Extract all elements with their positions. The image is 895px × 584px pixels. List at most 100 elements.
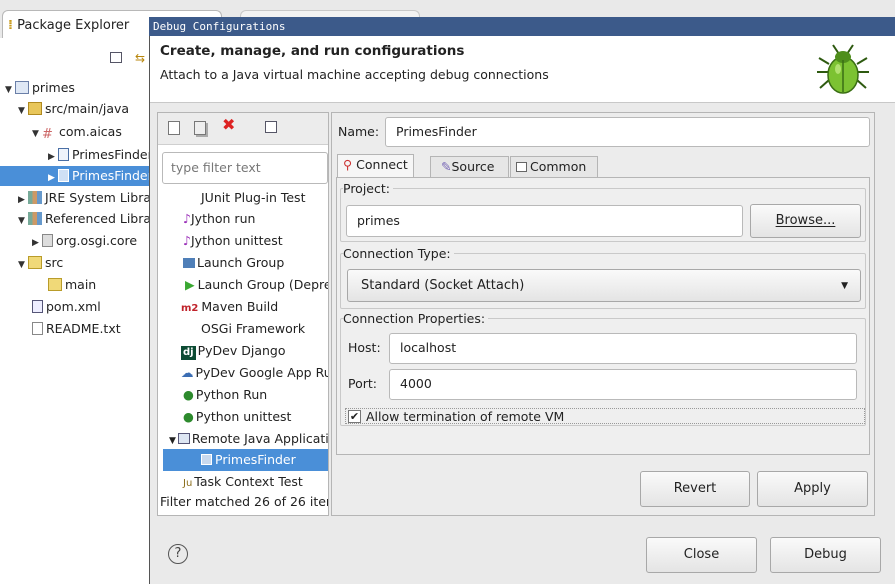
list-item[interactable]: ♪Jython run [163, 208, 328, 230]
port-field[interactable]: 4000 [389, 369, 857, 400]
name-label: Name: [338, 124, 380, 139]
tree-item-pom[interactable]: pom.xml [32, 297, 101, 317]
connection-type-group-label: Connection Type: [343, 246, 454, 261]
revert-button[interactable]: Revert [640, 471, 750, 507]
text-file-icon [32, 322, 43, 335]
expanded-icon[interactable]: ▼ [5, 80, 15, 100]
tree-item-readme[interactable]: README.txt [32, 319, 121, 339]
list-item[interactable]: Launch Group [163, 252, 328, 274]
tree-item-source-folder[interactable]: ▼ src/main/java [18, 99, 129, 119]
checkbox-checked-icon: ✔ [348, 410, 361, 423]
duplicate-config-icon[interactable] [194, 121, 206, 135]
link-editor-icon[interactable]: ⇆ [135, 51, 147, 65]
library-icon [28, 212, 42, 225]
jython-unittest-icon: ♪ [183, 233, 191, 248]
task-context-icon: Ju [183, 478, 193, 489]
library-icon [28, 191, 42, 204]
tree-item-package[interactable]: ▼ # com.aicas [32, 122, 122, 142]
tree-item-main[interactable]: main [48, 275, 96, 295]
maven-file-icon [32, 300, 43, 313]
filter-status: Filter matched 26 of 26 items [160, 494, 328, 509]
expanded-icon[interactable]: ▼ [18, 211, 28, 231]
google-app-icon: ☁ [181, 365, 194, 380]
list-item[interactable]: ● Python unittest [163, 406, 328, 428]
list-item[interactable]: Ju Task Context Test [163, 471, 328, 493]
play-icon: ▶ [185, 277, 195, 292]
header-subtitle: Attach to a Java virtual machine accepti… [160, 67, 549, 82]
tab-connect[interactable]: ⚲ Connect [337, 154, 414, 178]
dialog-title-bar[interactable]: Debug Configurations [149, 17, 895, 36]
delete-config-icon[interactable]: ✖ [222, 117, 238, 133]
expanded-icon[interactable]: ▼ [18, 101, 28, 121]
collapse-all-icon[interactable] [110, 52, 122, 63]
java-file-icon [58, 148, 69, 161]
list-item[interactable]: ▼Remote Java Application [163, 428, 328, 450]
tab-common[interactable]: Common [510, 156, 598, 177]
connect-icon: ⚲ [343, 157, 353, 172]
port-label: Port: [348, 376, 377, 391]
filter-input[interactable]: type filter text [162, 152, 328, 184]
source-icon: ✎ [441, 159, 452, 174]
java-file-icon [58, 169, 69, 182]
folder-icon [48, 278, 62, 291]
expanded-icon[interactable]: ▼ [169, 436, 176, 446]
python-unittest-icon: ● [183, 409, 194, 424]
list-item[interactable]: ● Python Run [163, 384, 328, 406]
tree-item-src[interactable]: ▼ src [18, 253, 63, 273]
collapsed-icon[interactable]: ▶ [18, 190, 28, 210]
jython-icon: ♪ [183, 211, 191, 226]
collapsed-icon[interactable]: ▶ [32, 233, 42, 253]
list-item-selected[interactable]: PrimesFinder [163, 449, 328, 471]
list-item[interactable]: ▶Launch Group (Deprecated) [163, 274, 328, 296]
package-explorer-icon: ⁞ [8, 18, 13, 33]
debug-button[interactable]: Debug [770, 537, 881, 573]
list-item[interactable]: m2 Maven Build [163, 296, 328, 318]
django-icon: dj [181, 346, 196, 360]
list-item[interactable]: OSGi Framework [163, 318, 328, 340]
list-item[interactable]: ☁ PyDev Google App Run [163, 362, 328, 384]
header-title: Create, manage, and run configurations [160, 43, 465, 59]
collapse-all-icon[interactable] [265, 121, 277, 133]
help-icon[interactable]: ? [168, 544, 188, 564]
host-label: Host: [348, 340, 381, 355]
project-icon [15, 81, 29, 94]
jar-icon [42, 234, 53, 247]
chevron-down-icon: ▼ [841, 281, 848, 291]
launch-config-toolbar [158, 113, 328, 145]
expanded-icon[interactable]: ▼ [18, 255, 28, 275]
tree-item-jre[interactable]: ▶ JRE System Library [18, 188, 164, 208]
folder-icon [28, 256, 42, 269]
apply-button[interactable]: Apply [757, 471, 868, 507]
host-field[interactable]: localhost [389, 333, 857, 364]
tab-source[interactable]: ✎Source [430, 156, 509, 177]
tree-item-java-file[interactable]: ▶ PrimesFinder [48, 145, 153, 165]
tree-item-project[interactable]: ▼ primes [5, 78, 75, 98]
debug-bug-icon [817, 44, 869, 94]
list-item[interactable]: JUnit Plug-in Test [163, 187, 328, 209]
project-field[interactable]: primes [346, 205, 743, 237]
close-button[interactable]: Close [646, 537, 757, 573]
project-group-label: Project: [343, 181, 393, 196]
tree-item-jar[interactable]: ▶ org.osgi.core [32, 231, 137, 251]
launch-group-icon [183, 258, 195, 268]
collapsed-icon[interactable]: ▶ [48, 168, 58, 188]
browse-button[interactable]: Browse... [750, 204, 861, 238]
m2-icon: m2 [181, 303, 199, 314]
name-field[interactable]: PrimesFinder [385, 117, 870, 147]
config-icon [201, 454, 212, 465]
package-icon: # [42, 127, 53, 142]
source-folder-icon [28, 102, 42, 115]
new-config-icon[interactable] [168, 121, 180, 135]
package-explorer-title: ⁞ Package Explorer [8, 18, 130, 33]
allow-termination-checkbox[interactable]: ✔ Allow termination of remote VM [345, 408, 865, 424]
common-icon [516, 162, 527, 172]
tree-item-java-file-selected[interactable]: ▶ PrimesFinder [0, 166, 153, 188]
python-run-icon: ● [183, 387, 194, 402]
expanded-icon[interactable]: ▼ [32, 124, 42, 144]
list-item[interactable]: dj PyDev Django [163, 340, 328, 362]
list-item[interactable]: ♪Jython unittest [163, 230, 328, 252]
connection-type-select[interactable]: Standard (Socket Attach) ▼ [347, 269, 861, 302]
connection-properties-group-label: Connection Properties: [343, 311, 489, 326]
collapsed-icon[interactable]: ▶ [48, 147, 58, 167]
remote-java-icon [177, 433, 190, 444]
